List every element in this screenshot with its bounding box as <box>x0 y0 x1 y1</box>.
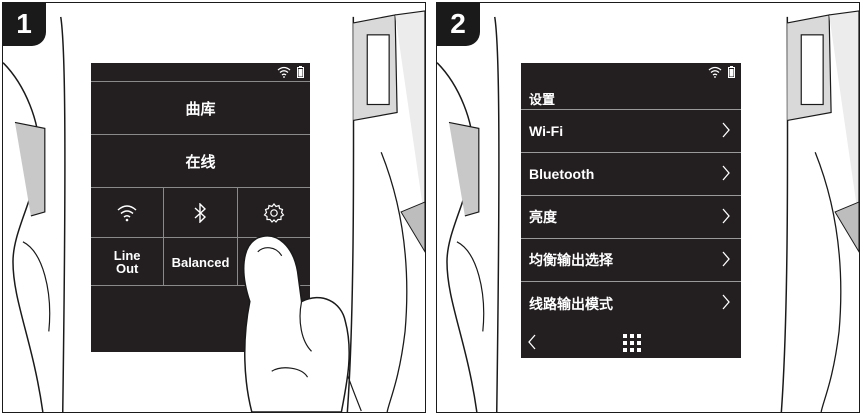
divider <box>91 285 310 286</box>
wifi-status-icon <box>277 66 291 78</box>
tile-online[interactable]: 在线 <box>91 134 310 187</box>
home-grid-icon[interactable] <box>623 334 641 352</box>
tile-library[interactable]: 曲库 <box>91 81 310 134</box>
battery-icon <box>728 66 735 78</box>
battery-icon <box>297 66 304 78</box>
step-1-panel: 1 曲库 在线 Line Out Balanced <box>2 2 426 413</box>
step-badge: 1 <box>3 3 46 46</box>
bluetooth-icon <box>195 203 207 223</box>
wifi-tile[interactable] <box>91 188 165 238</box>
menu-item-balanced-output[interactable]: 均衡输出选择 <box>521 238 741 281</box>
chevron-right-icon <box>722 122 730 138</box>
menu-item-label: 亮度 <box>529 209 557 225</box>
settings-tile[interactable] <box>238 188 310 238</box>
menu-item-label: 线路输出模式 <box>529 296 613 312</box>
player-home-screen: 曲库 在线 Line Out Balanced <box>91 63 310 352</box>
step-2-panel: 2 设置 Wi-Fi Bluetooth 亮度 均衡输出选择 线路输出模式 <box>436 2 860 413</box>
back-chevron-icon[interactable] <box>527 334 537 350</box>
gear-icon <box>263 203 285 223</box>
bottom-nav <box>521 330 741 358</box>
menu-item-label: 均衡输出选择 <box>529 252 613 268</box>
menu-item-line-out-mode[interactable]: 线路输出模式 <box>521 281 741 323</box>
chevron-right-icon <box>722 208 730 224</box>
status-bar <box>91 63 310 81</box>
menu-item-label: Bluetooth <box>529 166 595 182</box>
menu-item-bluetooth[interactable]: Bluetooth <box>521 152 741 195</box>
output-row: Line Out Balanced <box>91 237 310 286</box>
tile-balanced[interactable]: Balanced <box>164 238 238 286</box>
page-title: 设置 <box>529 92 556 107</box>
tile-empty[interactable] <box>238 238 310 286</box>
wifi-icon <box>117 205 137 222</box>
menu-item-label: Wi-Fi <box>529 123 564 139</box>
step-badge: 2 <box>437 3 480 46</box>
menu-item-wifi[interactable]: Wi-Fi <box>521 109 741 152</box>
settings-screen: 设置 Wi-Fi Bluetooth 亮度 均衡输出选择 线路输出模式 <box>521 63 741 358</box>
chevron-right-icon <box>722 165 730 181</box>
chevron-right-icon <box>722 251 730 267</box>
bluetooth-tile[interactable] <box>164 188 238 238</box>
status-bar <box>521 63 741 81</box>
menu-item-brightness[interactable]: 亮度 <box>521 195 741 238</box>
tile-line-out[interactable]: Line Out <box>91 238 165 286</box>
quick-icon-row <box>91 187 310 238</box>
chevron-right-icon <box>722 294 730 310</box>
wifi-status-icon <box>708 66 722 78</box>
